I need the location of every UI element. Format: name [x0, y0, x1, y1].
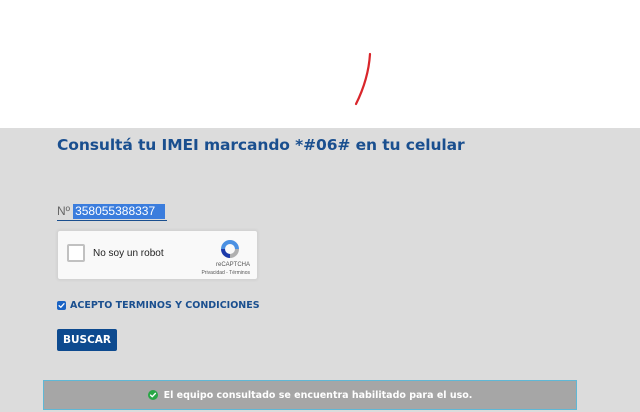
check-circle-icon [147, 390, 158, 400]
checkmark-icon [58, 303, 65, 308]
page-title: Consultá tu IMEI marcando *#06# en tu ce… [57, 136, 465, 154]
imei-check-form: Consultá tu IMEI marcando *#06# en tu ce… [0, 128, 640, 412]
recaptcha-checkbox[interactable] [67, 244, 85, 262]
recaptcha-logo-icon [221, 240, 239, 258]
recaptcha-widget: No soy un robot reCAPTCHA Privacidad - T… [57, 230, 258, 280]
imei-input[interactable] [73, 203, 166, 219]
recaptcha-privacy-terms-links[interactable]: Privacidad - Términos [201, 270, 250, 276]
imei-field-row: Nº [57, 202, 167, 221]
terms-label[interactable]: ACEPTO TERMINOS Y CONDICIONES [70, 300, 260, 311]
red-pen-mark-icon [354, 52, 372, 106]
terms-checkbox[interactable] [57, 301, 66, 310]
top-banner-area [0, 0, 640, 128]
result-message: El equipo consultado se encuentra habili… [163, 389, 473, 401]
search-button[interactable]: BUSCAR [57, 329, 117, 351]
recaptcha-brand: reCAPTCHA [215, 262, 250, 268]
terms-row: ACEPTO TERMINOS Y CONDICIONES [57, 300, 260, 311]
imei-prefix-label: Nº [57, 204, 71, 218]
result-alert: El equipo consultado se encuentra habili… [43, 380, 577, 410]
recaptcha-label: No soy un robot [93, 248, 164, 259]
